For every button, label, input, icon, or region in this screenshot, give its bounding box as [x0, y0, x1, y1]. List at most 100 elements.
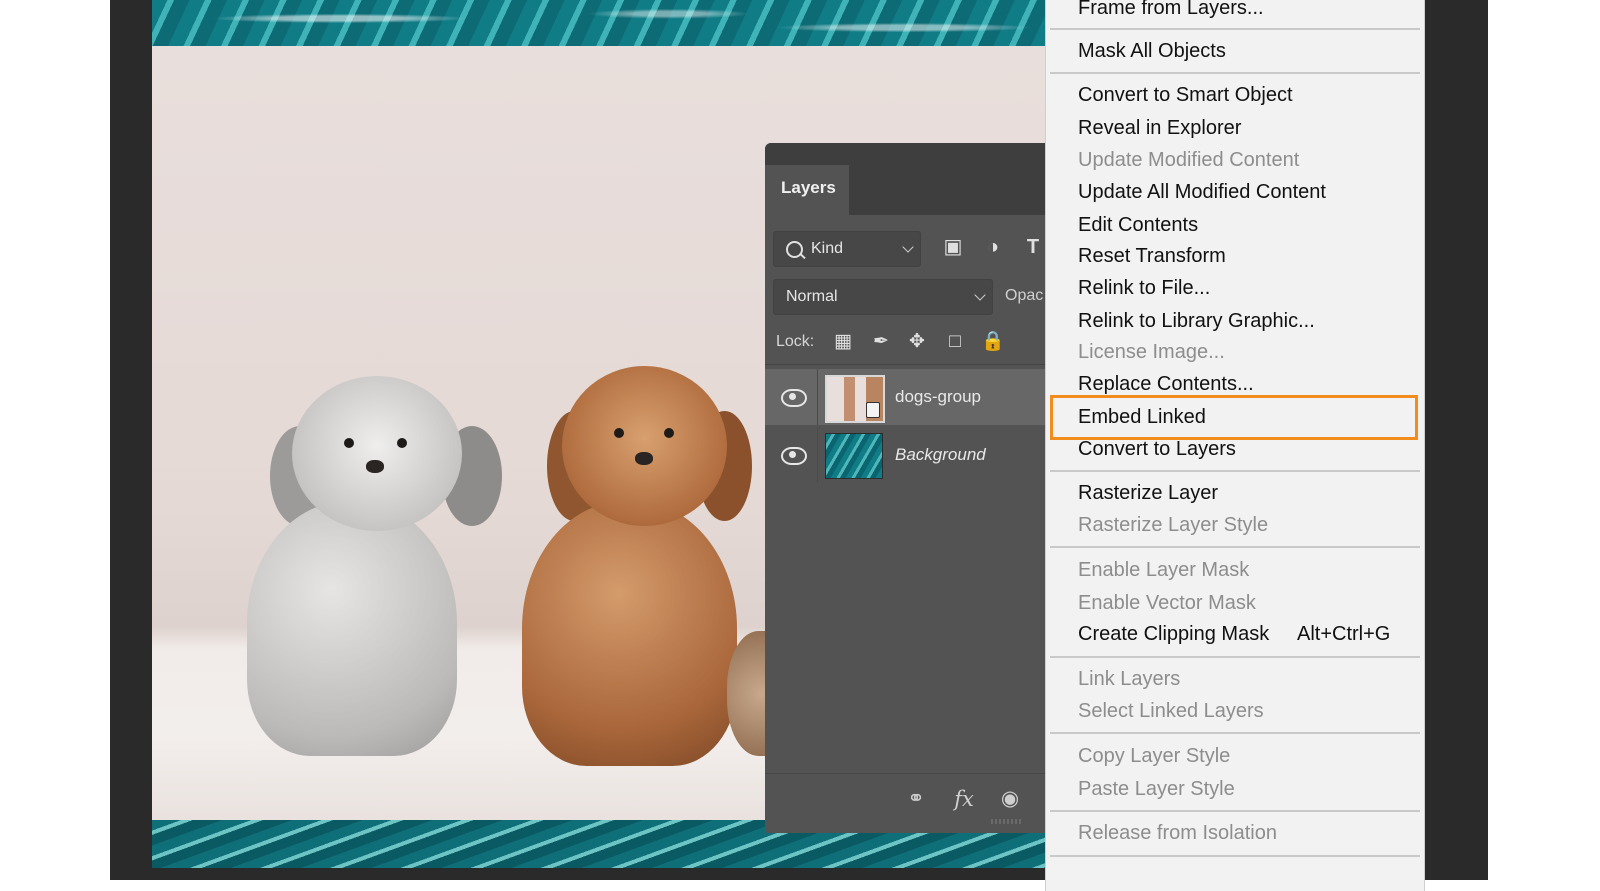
menu-item-link-layers: Link Layers — [1046, 663, 1424, 695]
filter-kind-value: Kind — [811, 240, 844, 257]
menu-item-mask-all-objects[interactable]: Mask All Objects — [1046, 35, 1424, 67]
menu-item-label: Create Clipping Mask — [1078, 623, 1270, 645]
lock-artboard-icon[interactable]: □ — [943, 330, 967, 354]
tab-layers[interactable]: Layers — [765, 165, 849, 215]
lock-image-pixels-icon[interactable]: ✒ — [869, 330, 893, 354]
dog-nose — [635, 452, 653, 465]
menu-item-label: Update All Modified Content — [1078, 181, 1326, 203]
menu-item-create-clipping-mask[interactable]: Create Clipping Mask Alt+Ctrl+G — [1046, 618, 1424, 650]
layer-row-dogs-group[interactable]: dogs-group — [765, 369, 1045, 425]
filter-kind-select[interactable]: Kind — [773, 231, 921, 267]
menu-item-frame-from-layers[interactable]: Frame from Layers... — [1046, 0, 1424, 24]
menu-item-reset-transform[interactable]: Reset Transform — [1046, 240, 1424, 272]
menu-item-enable-layer-mask: Enable Layer Mask — [1046, 554, 1424, 586]
layer-thumbnail — [825, 375, 885, 423]
menu-separator — [1050, 810, 1420, 812]
layers-panel: Layers Kind ▣ ◑ T Normal Opac Lock: ▦ ✒ … — [765, 143, 1045, 833]
lock-position-icon[interactable]: ✥ — [905, 330, 929, 354]
menu-item-convert-to-layers[interactable]: Convert to Layers — [1046, 433, 1424, 465]
menu-item-label: Release from Isolation — [1078, 822, 1277, 844]
type-filter-icon[interactable]: T — [1021, 235, 1045, 259]
water-texture-top — [152, 0, 1092, 46]
opacity-label: Opac — [1005, 287, 1044, 304]
grey-poodle-head — [292, 376, 462, 531]
menu-item-relink-to-file[interactable]: Relink to File... — [1046, 272, 1424, 304]
menu-item-label: Convert to Smart Object — [1078, 84, 1293, 106]
menu-item-embed-linked[interactable]: Embed Linked — [1046, 401, 1424, 433]
layer-filter-row: Kind ▣ ◑ T — [773, 231, 1045, 267]
menu-item-license-image: License Image... — [1046, 336, 1424, 368]
fx-icon[interactable]: fx — [949, 784, 979, 814]
layer-row-divider — [817, 427, 818, 483]
menu-item-label: Paste Layer Style — [1078, 778, 1235, 800]
panel-tab-bar: Layers — [765, 143, 1045, 215]
menu-item-release-from-isolation: Release from Isolation — [1046, 817, 1424, 849]
menu-item-rasterize-layer[interactable]: Rasterize Layer — [1046, 477, 1424, 509]
adjustment-filter-icon[interactable]: ◑ — [981, 235, 1005, 259]
menu-item-label: Convert to Layers — [1078, 438, 1236, 460]
layer-row-divider — [817, 369, 818, 425]
menu-separator — [1050, 28, 1420, 30]
menu-separator — [1050, 470, 1420, 472]
menu-item-rasterize-layer-style: Rasterize Layer Style — [1046, 509, 1424, 541]
add-mask-icon[interactable]: ◉ — [995, 784, 1025, 814]
menu-item-relink-to-library-graphic[interactable]: Relink to Library Graphic... — [1046, 305, 1424, 337]
menu-item-update-modified-content: Update Modified Content — [1046, 144, 1424, 176]
resize-grip[interactable] — [991, 819, 1023, 824]
menu-item-shortcut: Alt+Ctrl+G — [1297, 623, 1391, 645]
lock-label: Lock: — [776, 333, 815, 350]
menu-item-label: Edit Contents — [1078, 214, 1199, 236]
menu-item-label: Copy Layer Style — [1078, 745, 1231, 767]
menu-item-label: Link Layers — [1078, 668, 1181, 690]
menu-item-label: Mask All Objects — [1078, 40, 1226, 62]
visibility-eye-icon[interactable] — [781, 389, 807, 407]
smart-object-badge-icon — [866, 402, 880, 418]
menu-item-enable-vector-mask: Enable Vector Mask — [1046, 587, 1424, 619]
menu-separator — [1050, 732, 1420, 734]
menu-item-edit-contents[interactable]: Edit Contents — [1046, 209, 1424, 241]
menu-item-label: Reveal in Explorer — [1078, 117, 1242, 139]
menu-item-label: Replace Contents... — [1078, 373, 1254, 395]
menu-separator — [1050, 855, 1420, 857]
menu-item-select-linked-layers: Select Linked Layers — [1046, 695, 1424, 727]
menu-item-label: Relink to Library Graphic... — [1078, 310, 1315, 332]
link-layers-icon[interactable]: ⚭ — [901, 784, 931, 814]
layer-row-background[interactable]: Background — [765, 427, 1045, 483]
menu-item-label: Reset Transform — [1078, 245, 1226, 267]
menu-item-update-all-modified-content[interactable]: Update All Modified Content — [1046, 176, 1424, 208]
grey-poodle-body — [247, 501, 457, 756]
chevron-down-icon — [902, 241, 914, 253]
brown-poodle-body — [522, 501, 737, 766]
visibility-eye-icon[interactable] — [781, 447, 807, 465]
search-icon — [786, 241, 803, 258]
menu-separator — [1050, 656, 1420, 658]
menu-separator — [1050, 72, 1420, 74]
dog-eye — [614, 428, 624, 438]
image-filter-icon[interactable]: ▣ — [941, 235, 965, 259]
menu-item-label: Relink to File... — [1078, 277, 1211, 299]
blend-mode-select[interactable]: Normal — [773, 279, 993, 315]
lock-all-icon[interactable]: 🔒 — [981, 330, 1005, 354]
menu-item-label: Rasterize Layer — [1078, 482, 1219, 504]
menu-item-replace-contents[interactable]: Replace Contents... — [1046, 368, 1424, 400]
menu-item-label: Enable Vector Mask — [1078, 592, 1256, 614]
chevron-down-icon — [974, 289, 986, 301]
layer-thumbnail — [825, 433, 883, 479]
menu-item-label: Enable Layer Mask — [1078, 559, 1250, 581]
menu-separator — [1050, 546, 1420, 548]
layer-context-menu: Frame from Layers... Mask All Objects Co… — [1045, 0, 1425, 891]
dog-eye — [344, 438, 354, 448]
menu-item-reveal-in-explorer[interactable]: Reveal in Explorer — [1046, 112, 1424, 144]
menu-item-label: Embed Linked — [1078, 406, 1206, 428]
dog-nose — [366, 460, 384, 473]
menu-item-convert-to-smart-object[interactable]: Convert to Smart Object — [1046, 79, 1424, 111]
blend-mode-value: Normal — [786, 288, 838, 305]
lock-transparent-pixels-icon[interactable]: ▦ — [831, 330, 855, 354]
menu-item-label: Frame from Layers... — [1078, 0, 1264, 19]
menu-item-label: Rasterize Layer Style — [1078, 514, 1269, 536]
layer-name[interactable]: dogs-group — [895, 369, 981, 425]
menu-item-label: Update Modified Content — [1078, 149, 1300, 171]
menu-item-copy-layer-style: Copy Layer Style — [1046, 740, 1424, 772]
dog-eye — [397, 438, 407, 448]
layer-name[interactable]: Background — [895, 427, 986, 483]
